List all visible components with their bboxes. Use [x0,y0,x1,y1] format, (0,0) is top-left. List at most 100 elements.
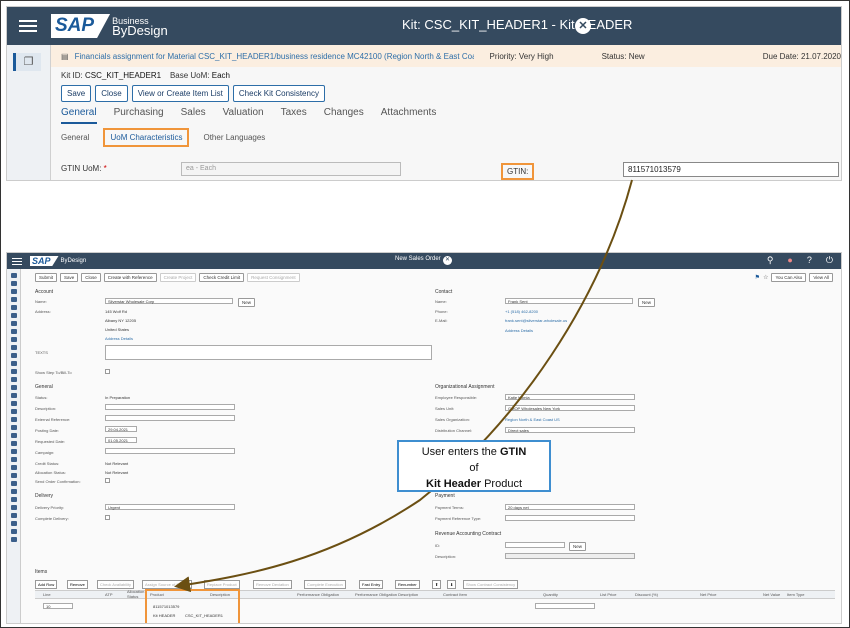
contact-name-input[interactable]: Frank Sent [505,298,633,304]
help-icon[interactable]: ? [807,255,812,266]
phone-label: Phone: [435,309,448,314]
copy-icon[interactable]: ❐ [13,53,41,71]
col-item-type: Item Type [787,592,805,597]
kit-screen: SAP Business ByDesign Kit: CSC_KIT_HEADER… [6,6,842,181]
move-down-icon[interactable]: ⬇ [447,580,457,589]
close-icon[interactable]: ✕ [443,256,452,265]
callout-box: User enters the GTIN of Kit Header Produ… [397,440,551,492]
alloc-status-value: Not Relevant [105,470,129,475]
check-kit-button[interactable]: Check Kit Consistency [232,85,325,102]
close-icon[interactable]: ✕ [575,18,591,34]
contact-name-label: Name: [435,299,447,304]
account-name-input[interactable]: Silverstar Wholesale Corp [105,298,233,304]
pay-ref-select[interactable] [505,515,635,521]
subtab-languages[interactable]: Other Languages [203,133,265,142]
product-highlight [145,589,240,623]
you-can-also-button[interactable]: You Can Also [771,273,807,282]
tab-sales[interactable]: Sales [181,107,206,124]
submit-button[interactable]: Submit [35,273,58,282]
menu-icon[interactable] [19,20,37,32]
new-account-button[interactable]: New [238,298,256,307]
close-button[interactable]: Close [95,85,128,102]
power-icon[interactable]: ⏻ [826,255,833,266]
task-link[interactable]: Financials assignment for Material CSC_K… [75,52,474,61]
gtin-uom-label: GTIN UoM: [61,164,102,173]
subtab-general[interactable]: General [61,133,89,142]
del-priority-select[interactable]: Urgent [105,504,235,510]
fast-entry-button[interactable]: Fast Entry [359,580,384,589]
consignment-button[interactable]: Request Consignment [247,273,300,282]
new-contract-button[interactable]: New [569,542,587,551]
desc2-label: Description: [435,554,457,559]
emp-resp-input[interactable]: Katie Kumla [505,394,635,400]
texts-input[interactable] [105,345,432,360]
sales-org-link[interactable]: Region North & East Coast US [505,417,560,422]
renumber-button[interactable]: Renumber [395,580,420,589]
sap-logo: SAP Business ByDesign [51,14,168,38]
close-button[interactable]: Close [81,273,101,282]
move-up-icon[interactable]: ⬆ [432,580,442,589]
add-row-button[interactable]: Add Row [35,580,58,589]
menu-icon[interactable] [12,257,22,265]
ext-ref-input[interactable] [105,415,235,421]
tab-taxes[interactable]: Taxes [281,107,307,124]
rev-section: Revenue Accounting Contract [435,531,502,537]
check-availability-button[interactable]: Check Availability [97,580,135,589]
send-confirm-checkbox[interactable] [105,478,110,483]
credit-limit-button[interactable]: Check Credit Limit [199,273,245,282]
remove-deviation-button[interactable]: Remove Deviation [253,580,292,589]
save-button[interactable]: Save [60,273,79,282]
tab-purchasing[interactable]: Purchasing [114,107,164,124]
quantity-input[interactable] [535,603,595,609]
create-ref-button[interactable]: Create with Reference [103,273,157,282]
left-rail [7,269,21,623]
tab-general[interactable]: General [61,107,97,124]
save-button[interactable]: Save [61,85,92,102]
tab-valuation[interactable]: Valuation [223,107,264,124]
col-list-price: List Price [600,592,617,597]
description-label: Description: [35,406,57,411]
col-line: Line [43,592,51,597]
show-step-checkbox[interactable] [105,369,110,374]
campaign-input[interactable] [105,448,235,454]
replace-product-button[interactable]: Replace Product [204,580,240,589]
posting-date-input[interactable]: 29.04.2021 [105,426,137,432]
description-input[interactable] [105,404,235,410]
phone-link[interactable]: +1 (518) 462-8200 [505,309,538,314]
task-icon: ▤ [61,51,69,61]
remove-button[interactable]: Remove [67,580,88,589]
contact-address-link[interactable]: Address Details [505,328,533,333]
search-icon[interactable]: ⚲ [767,255,774,266]
assign-source-button[interactable]: Assign Source of Supply [142,580,192,589]
item-list-button[interactable]: View or Create Item List [131,85,229,102]
tab-attachments[interactable]: Attachments [381,107,437,124]
pay-ref-label: Payment Reference Type: [435,516,482,521]
pay-terms-label: Payment Terms: [435,505,464,510]
email-link[interactable]: frank.sent@silverstar-wholesale.us [505,318,567,323]
line-input[interactable]: 10 [43,603,73,609]
complete-del-checkbox[interactable] [105,515,110,520]
gtin-uom-field[interactable]: ea - Each [181,162,401,176]
texts-label: TEXTS [35,350,48,355]
view-all-button[interactable]: View All [809,273,833,282]
pay-terms-select[interactable]: 20 days net [505,504,635,510]
sales-unit-input[interactable]: GMOP Wholesales New York [505,405,635,411]
new-contact-button[interactable]: New [638,298,656,307]
del-priority-label: Delivery Priority: [35,505,65,510]
posting-date-label: Posting Date: [35,428,60,433]
gtin-input[interactable]: 811571013579 [623,162,839,177]
contract-consistency-button[interactable]: Show Contract Consistency [463,580,519,589]
flag-icon[interactable]: ⚑ [755,274,760,281]
subtab-uom[interactable]: UoM Characteristics [103,128,190,147]
shell-title: New Sales Order [395,256,441,262]
address-details-link[interactable]: Address Details [105,336,133,341]
avatar[interactable]: ● [787,255,792,266]
general-section: General [35,384,53,390]
complete-execution-button[interactable]: Complete Execution [304,580,346,589]
id-input[interactable] [505,542,565,548]
tab-changes[interactable]: Changes [324,107,364,124]
create-project-button[interactable]: Create Project [159,273,197,282]
star-icon[interactable]: ☆ [763,274,768,281]
requested-date-input[interactable]: 01.05.2021 [105,437,137,443]
dist-channel-select[interactable]: Direct sales [505,427,635,433]
